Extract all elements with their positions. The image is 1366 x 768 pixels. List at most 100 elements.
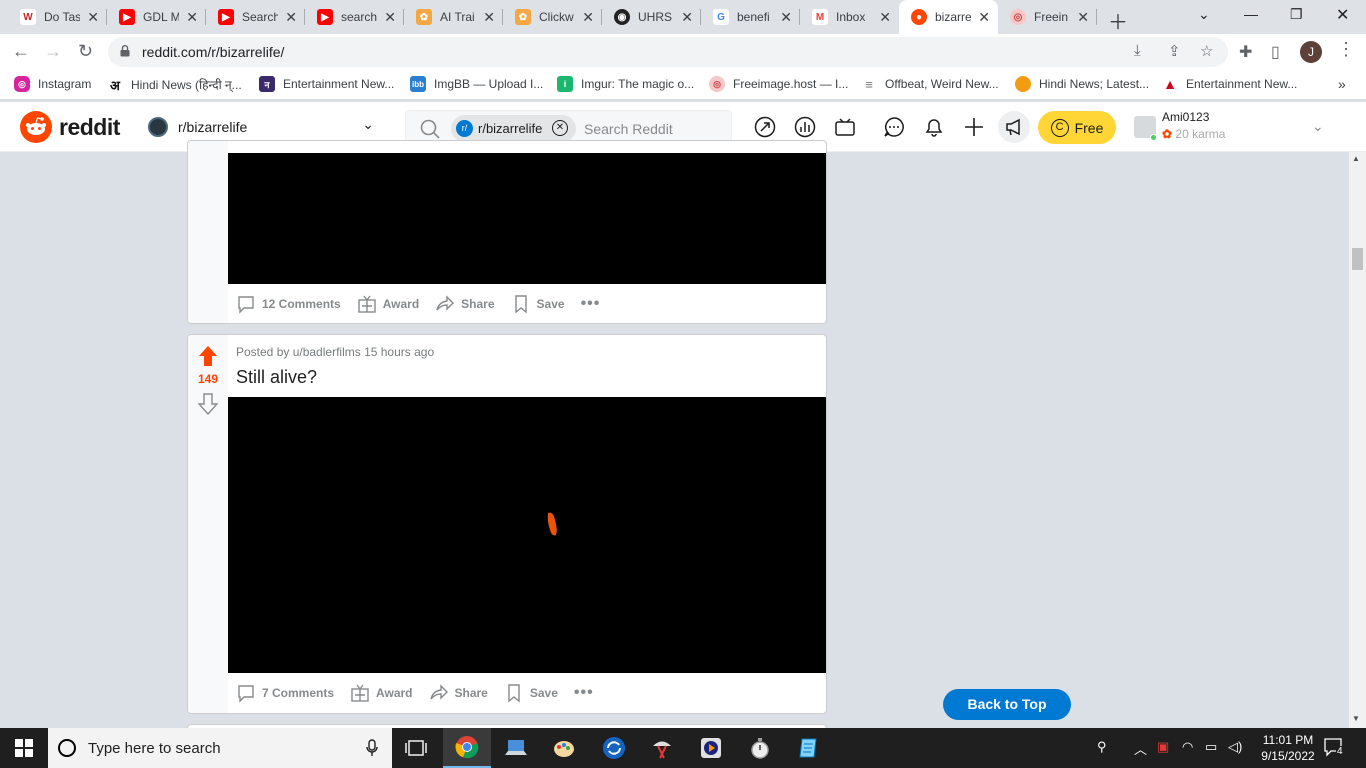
install-icon[interactable]: ⤓ (1134, 42, 1141, 59)
post-title[interactable]: Still alive? (236, 367, 317, 388)
reload-icon[interactable]: ↻ (78, 41, 93, 62)
bookmark-offbeat[interactable]: ≡ Offbeat, Weird New... (861, 76, 999, 92)
tab-10[interactable]: ◎ Freein ✕ (998, 4, 1097, 30)
tab-search-chevron-icon[interactable]: ⌄ (1198, 6, 1210, 23)
scrollbar-track[interactable] (1349, 152, 1366, 728)
award-button[interactable]: Award (342, 678, 420, 708)
comments-button[interactable]: 7 Comments (228, 678, 342, 708)
forward-arrow-icon[interactable]: → (44, 41, 62, 62)
free-coins-button[interactable]: C Free (1038, 111, 1116, 144)
close-icon[interactable]: ✕ (87, 9, 99, 26)
tab-4[interactable]: ✿ AI Trai ✕ (404, 4, 503, 30)
tab-7[interactable]: G benefi ✕ (701, 4, 800, 30)
search-scope-chip[interactable]: r/ r/bizarrelife ✕ (451, 115, 576, 142)
stats-icon[interactable] (794, 116, 816, 138)
tab-2[interactable]: ▶ Search ✕ (206, 4, 305, 30)
bookmark-hindi-news[interactable]: अ Hindi News (हिन्दी न्... (107, 76, 242, 93)
media-player-icon[interactable] (687, 728, 735, 768)
popular-arrow-icon[interactable] (754, 116, 776, 138)
back-arrow-icon[interactable]: ← (12, 41, 30, 62)
downvote-arrow-icon[interactable] (198, 393, 218, 415)
close-icon[interactable]: ✕ (978, 9, 990, 26)
laptop-app-icon[interactable] (492, 728, 540, 768)
sync-app-icon[interactable] (590, 728, 638, 768)
tab-1[interactable]: ▶ GDL M ✕ (107, 4, 206, 30)
bookmark-freeimage[interactable]: ◎ Freeimage.host — I... (709, 76, 848, 92)
scroll-down-arrow-icon[interactable]: ▼ (1352, 714, 1360, 723)
comments-button[interactable]: 12 Comments (228, 289, 349, 319)
side-panel-icon[interactable]: ▯ (1271, 42, 1280, 62)
chevron-down-icon[interactable]: ⌄ (362, 116, 374, 133)
post-card[interactable]: 149 Posted by u/badlerfilms 15 hours ago… (187, 334, 827, 714)
scrollbar-thumb[interactable] (1352, 248, 1363, 270)
extensions-puzzle-icon[interactable]: ✚ (1239, 42, 1252, 62)
bookmark-entertainment-1[interactable]: न Entertainment New... (259, 76, 394, 92)
share-page-icon[interactable]: ⇪ (1168, 42, 1181, 60)
tab-0[interactable]: W Do Tas ✕ (8, 4, 107, 30)
bookmark-instagram[interactable]: ◎ Instagram (14, 76, 91, 92)
close-icon[interactable]: ✕ (879, 9, 891, 26)
bookmark-entertainment-2[interactable]: ▲ Entertainment New... (1162, 76, 1297, 92)
bookmark-hindi-latest[interactable]: Hindi News; Latest... (1015, 76, 1149, 92)
profile-avatar[interactable]: J (1300, 41, 1322, 63)
more-options-icon[interactable]: ••• (566, 678, 602, 708)
close-icon[interactable]: ✕ (780, 9, 792, 26)
create-post-plus-icon[interactable] (963, 116, 985, 138)
bell-icon[interactable] (923, 116, 945, 138)
restore-icon[interactable]: ❐ (1290, 6, 1303, 23)
battery-icon[interactable]: ▭ (1205, 739, 1217, 755)
volume-icon[interactable]: ◁) (1228, 739, 1242, 755)
chat-icon[interactable] (883, 116, 905, 138)
more-options-icon[interactable]: ••• (573, 289, 609, 319)
reddit-logo[interactable]: reddit (20, 111, 120, 143)
close-icon[interactable]: ✕ (582, 9, 594, 26)
close-icon[interactable]: ✕ (384, 9, 396, 26)
paint-app-icon[interactable] (540, 728, 588, 768)
menu-kebab-icon[interactable]: ⋮ (1337, 39, 1355, 60)
close-icon[interactable]: ✕ (1077, 9, 1089, 26)
tab-9-active[interactable]: ● bizarre ✕ (899, 0, 998, 34)
stopwatch-app-icon[interactable] (736, 728, 784, 768)
upvote-arrow-icon[interactable] (198, 345, 218, 367)
advertise-megaphone-icon[interactable] (998, 111, 1030, 143)
snipping-tool-icon[interactable] (638, 728, 686, 768)
post-meta[interactable]: Posted by u/badlerfilms 15 hours ago (236, 345, 434, 359)
taskbar-search-box[interactable]: Type here to search (48, 728, 392, 768)
chevron-down-icon[interactable]: ⌄ (1312, 118, 1324, 135)
award-button[interactable]: Award (349, 289, 427, 319)
video-icon[interactable] (834, 116, 856, 138)
system-clock[interactable]: 11:01 PM 9/15/2022 (1256, 732, 1320, 764)
back-to-top-button[interactable]: Back to Top (943, 689, 1071, 720)
save-button[interactable]: Save (496, 678, 566, 708)
tab-5[interactable]: ✿ Clickw ✕ (503, 4, 602, 30)
share-button[interactable]: Share (427, 289, 502, 319)
bookmark-imgbb[interactable]: ibb ImgBB — Upload I... (410, 76, 543, 92)
tab-6[interactable]: ◉ UHRS ✕ (602, 4, 701, 30)
task-view-icon[interactable] (392, 728, 440, 768)
action-center-icon[interactable]: 4 (1324, 738, 1346, 758)
save-button[interactable]: Save (503, 289, 573, 319)
close-icon[interactable]: ✕ (186, 9, 198, 26)
scroll-up-arrow-icon[interactable]: ▲ (1352, 154, 1360, 163)
post-video[interactable] (228, 397, 826, 673)
tab-3[interactable]: ▶ search ✕ (305, 4, 404, 30)
post-video[interactable] (228, 153, 826, 284)
chip-close-icon[interactable]: ✕ (552, 120, 568, 136)
tab-8[interactable]: M Inbox ✕ (800, 4, 899, 30)
show-hidden-icons-chevron-icon[interactable]: ︿ (1134, 739, 1147, 758)
antivirus-icon[interactable]: ▣ (1157, 739, 1169, 755)
bookmark-star-icon[interactable]: ☆ (1200, 42, 1213, 60)
minimize-icon[interactable]: — (1244, 6, 1258, 22)
user-menu[interactable]: Ami0123 ✿ 20 karma ⌄ (1130, 108, 1330, 146)
window-close-icon[interactable]: ✕ (1336, 5, 1349, 25)
more-bookmarks-chevron-icon[interactable]: » (1338, 76, 1346, 92)
bookmark-imgur[interactable]: i Imgur: The magic o... (557, 76, 694, 92)
chrome-taskbar-icon[interactable] (443, 728, 491, 768)
close-icon[interactable]: ✕ (681, 9, 693, 26)
people-icon[interactable]: ⚲ (1097, 739, 1107, 755)
windows-start-button[interactable] (0, 728, 48, 768)
wifi-icon[interactable]: ◠ (1182, 739, 1193, 755)
notepad-app-icon[interactable] (785, 728, 833, 768)
share-button[interactable]: Share (421, 678, 496, 708)
address-bar[interactable]: reddit.com/r/bizarrelife/ ⤓ ⇪ ☆ (108, 37, 1228, 67)
